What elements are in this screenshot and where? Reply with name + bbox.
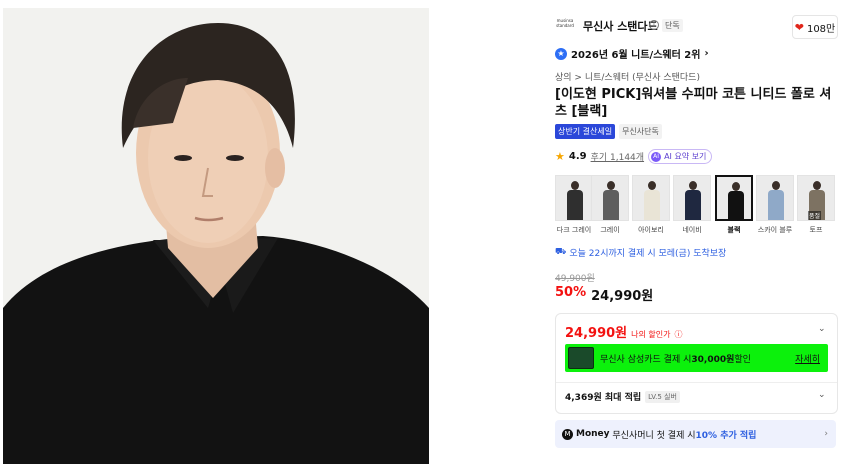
swatch-figure (603, 190, 619, 220)
delivery-text: 오늘 22시까지 결제 시 모레(금) 도착보장 (569, 249, 727, 259)
product-photo (3, 8, 429, 464)
swatch-figure (728, 191, 744, 219)
product-photo-illustration (3, 8, 429, 464)
like-button[interactable]: ❤ 108만 (792, 15, 838, 39)
swatch-head (732, 182, 740, 191)
swatch-label: 네이비 (682, 226, 702, 234)
swatch-image (673, 175, 711, 221)
swatch-label: 다크 그레이 (556, 226, 592, 234)
my-price-row[interactable]: 24,990원 나의 할인가 ⓘ (565, 322, 682, 341)
soldout-badge: 품절 (808, 211, 822, 220)
chevron-down-icon[interactable]: ⌄ (818, 324, 826, 334)
swatch-figure (768, 190, 784, 220)
truck-icon: ⛟ (555, 247, 567, 257)
member-level-badge: LV.5 실버 (645, 390, 680, 403)
heart-icon: ❤ (794, 20, 804, 34)
delivery-info: ⛟ 오늘 22시까지 결제 시 모레(금) 도착보장 (555, 246, 726, 259)
product-title: [이도현 PICK]워셔블 수피마 코튼 니티드 폴로 셔츠 [블랙] (555, 87, 832, 119)
swatch-image: 품절 (797, 175, 835, 221)
swatch-label: 토프 (809, 226, 823, 234)
card-promo-suffix: 할인 (734, 354, 751, 365)
exclusive-badge: 단독 (662, 19, 683, 32)
musinsa-money-banner[interactable]: M Money 무신사머니 첫 결제 시 10% 추가 적립 › (555, 420, 836, 448)
swatch-head (813, 181, 821, 190)
tag-list: 상반기 결산세일 무신사단독 (555, 124, 662, 139)
swatch-head (571, 181, 579, 190)
swatch-image (555, 175, 593, 221)
swatch-label: 아이보리 (638, 226, 664, 234)
swatch-head (607, 181, 615, 190)
swatch-head (648, 181, 656, 190)
ai-summary-label: AI 요약 보기 (664, 152, 707, 161)
price-row: 50% 24,990원 (555, 285, 653, 304)
breadcrumb[interactable]: 상의 > 니트/스웨터 (무신사 스탠다드) (555, 70, 700, 83)
like-count: 108만 (806, 23, 836, 35)
color-swatch[interactable]: 네이비 (673, 175, 711, 235)
points-text: 4,369원 최대 적립 (565, 393, 642, 403)
my-price-label: 나의 할인가 (631, 330, 671, 339)
swatch-figure (685, 190, 701, 220)
ai-summary-button[interactable]: AI AI 요약 보기 (648, 149, 713, 164)
swatch-image (756, 175, 794, 221)
card-image (568, 347, 594, 369)
swatch-head (772, 181, 780, 190)
brand-logo[interactable]: musinsa standard (555, 18, 575, 34)
card-promo-banner[interactable]: 무신사 삼성카드 결제 시 30,000원 할인 자세히 (565, 344, 828, 372)
color-swatch-list: 다크 그레이 그레이 아이보리 네이비 블랙 스카이 블루 품절토프 (555, 175, 838, 239)
sale-price: 24,990원 (591, 289, 654, 304)
sale-tag: 상반기 결산세일 (555, 124, 616, 139)
money-text: 무신사머니 첫 결제 시 (612, 430, 696, 441)
swatch-label: 블랙 (727, 226, 741, 234)
color-swatch[interactable]: 아이보리 (632, 175, 670, 235)
divider (556, 382, 837, 383)
ai-icon: AI (651, 151, 662, 162)
card-promo-prefix: 무신사 삼성카드 결제 시 (600, 354, 692, 365)
swatch-figure (644, 190, 660, 220)
info-icon[interactable]: ⓘ (674, 329, 682, 340)
swatch-head (689, 181, 697, 190)
color-swatch[interactable]: 블랙 (715, 175, 753, 235)
swatch-label: 그레이 (600, 226, 620, 234)
ranking-text: 2026년 6월 니트/스웨터 2위 (571, 50, 701, 61)
exclusive-tag: 무신사단독 (619, 124, 662, 139)
swatch-image (632, 175, 670, 221)
card-detail-link[interactable]: 자세히 (795, 352, 820, 365)
chevron-down-icon[interactable]: ⌄ (818, 390, 826, 400)
discount-rate: 50% (555, 285, 587, 300)
color-swatch[interactable]: 다크 그레이 (555, 175, 593, 235)
product-info-panel: musinsa standard 무신사 스탠다드 i 단독 ❤ 108만 ★ … (555, 0, 838, 464)
original-price: 49,900원 (555, 274, 595, 284)
points-row[interactable]: 4,369원 최대 적립 LV.5 실버 (565, 390, 680, 403)
chevron-right-icon: › (824, 429, 828, 439)
swatch-image (715, 175, 753, 221)
my-price-value: 24,990원 (565, 326, 628, 341)
swatch-label: 스카이 블루 (757, 226, 793, 234)
info-icon[interactable]: i (649, 20, 659, 30)
review-link[interactable]: 후기 1,144개 (591, 150, 644, 163)
brand-name[interactable]: 무신사 스탠다드 (583, 18, 658, 34)
card-promo-amount: 30,000원 (691, 354, 735, 365)
discount-box: 24,990원 나의 할인가 ⓘ ⌄ 무신사 삼성카드 결제 시 30,000원… (555, 313, 838, 414)
chevron-right-icon: › (704, 48, 709, 59)
ranking-badge-icon: ★ (555, 47, 567, 60)
money-accent: 10% 추가 적립 (695, 430, 757, 441)
swatch-image (591, 175, 629, 221)
money-brand: Money (576, 429, 610, 439)
color-swatch[interactable]: 품절토프 (797, 175, 835, 235)
star-icon: ★ (555, 150, 565, 163)
rating-row: ★ 4.9 후기 1,144개 AI AI 요약 보기 (555, 149, 713, 164)
ranking-link[interactable]: ★ 2026년 6월 니트/스웨터 2위 › (555, 46, 709, 61)
color-swatch[interactable]: 그레이 (591, 175, 629, 235)
swatch-figure (567, 190, 583, 220)
money-logo-icon: M (562, 428, 573, 440)
rating-score: 4.9 (568, 151, 587, 162)
color-swatch[interactable]: 스카이 블루 (756, 175, 794, 235)
